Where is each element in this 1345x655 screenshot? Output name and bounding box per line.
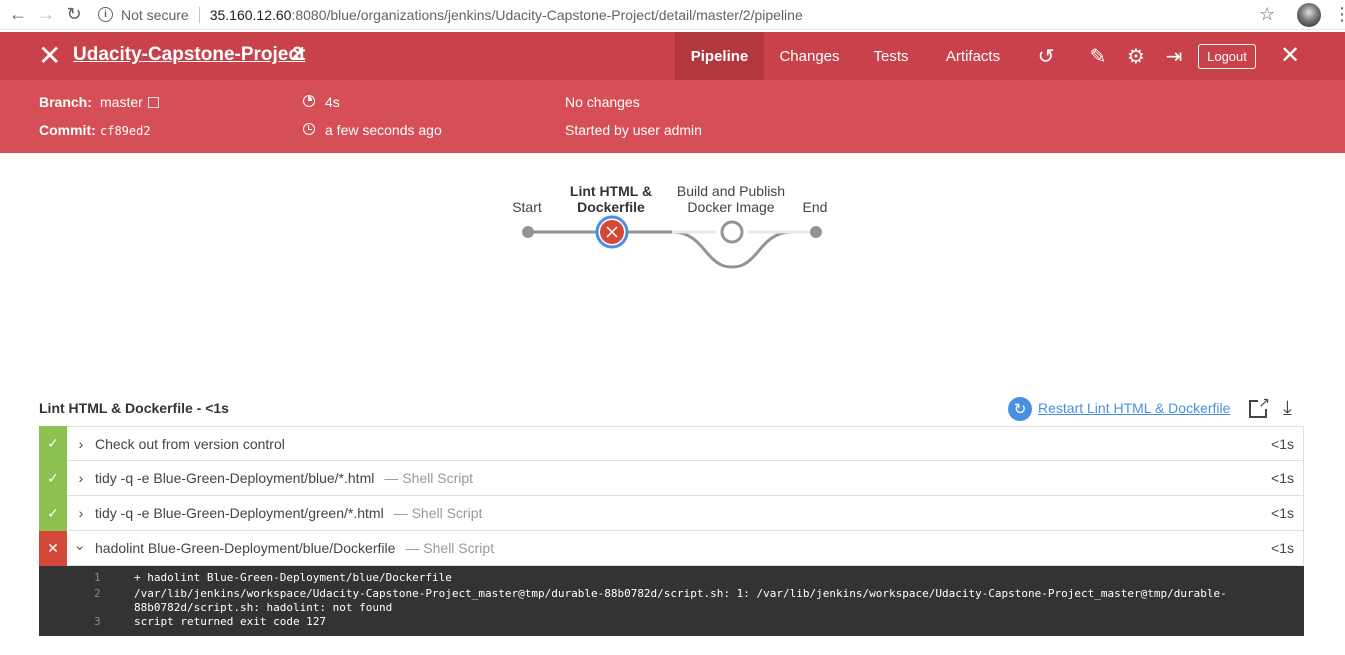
log-line: 2 /var/lib/jenkins/workspace/Udacity-Cap… xyxy=(39,587,1304,615)
log-line-number[interactable]: 3 xyxy=(94,615,101,629)
not-built-stage-node xyxy=(720,220,744,244)
commit-label: Commit: xyxy=(39,122,96,138)
chevron-right-icon[interactable]: › xyxy=(67,436,95,452)
stage-detail-title: Lint HTML & Dockerfile - <1s xyxy=(39,400,229,416)
forward-arrow-icon[interactable]: → xyxy=(32,1,60,29)
step-text: Check out from version control xyxy=(95,435,285,452)
profile-avatar[interactable] xyxy=(1297,3,1321,27)
duration-icon xyxy=(303,95,315,107)
close-icon[interactable]: ✕ xyxy=(1280,43,1300,69)
started-ago: a few seconds ago xyxy=(325,122,442,138)
commit-value[interactable]: cf89ed2 xyxy=(100,124,151,138)
chevron-down-icon[interactable]: › xyxy=(73,534,89,562)
step-text: hadolint Blue-Green-Deployment/blue/Dock… xyxy=(95,540,396,556)
security-label: Not secure xyxy=(121,6,189,23)
external-link-icon[interactable] xyxy=(147,97,159,108)
step-row[interactable]: ✓ › Check out from version control <1s xyxy=(39,426,1304,461)
success-check-icon: ✓ xyxy=(39,426,67,461)
duration-value: 4s xyxy=(325,94,340,110)
changes-summary: No changes xyxy=(565,94,640,110)
bookmark-star-icon[interactable]: ☆ xyxy=(1259,4,1275,25)
tab-artifacts[interactable]: Artifacts xyxy=(940,32,1006,80)
branch-value-wrap[interactable]: master xyxy=(100,94,159,110)
run-meta: Branch: master Commit: cf89ed2 4s a few … xyxy=(0,80,1345,153)
step-duration: <1s xyxy=(1271,436,1294,452)
tab-changes[interactable]: Changes xyxy=(770,32,849,80)
step-duration: <1s xyxy=(1271,470,1294,486)
tab-tests[interactable]: Tests xyxy=(866,32,916,80)
step-list: ✓ › Check out from version control <1s ✓… xyxy=(39,426,1304,566)
log-line: 3 script returned exit code 127 xyxy=(39,615,1304,629)
project-name-link[interactable]: Udacity-Capstone-Project xyxy=(73,44,305,66)
address-divider xyxy=(198,6,200,23)
rerun-icon[interactable]: ↺ xyxy=(1034,44,1058,68)
success-check-icon: ✓ xyxy=(39,460,67,496)
step-duration: <1s xyxy=(1271,540,1294,556)
success-check-icon: ✓ xyxy=(39,495,67,531)
step-row[interactable]: ✓ › tidy -q -e Blue-Green-Deployment/blu… xyxy=(39,460,1304,496)
run-header: ✕ Udacity-Capstone-Project 2 Pipeline Ch… xyxy=(0,32,1345,80)
classic-ui-exit-icon[interactable]: ⇥ xyxy=(1162,44,1186,68)
address-bar[interactable]: i Not secure 35.160.12.60:8080/blue/orga… xyxy=(98,1,803,29)
download-icon[interactable]: ⤓ xyxy=(1283,398,1292,418)
close-run-icon[interactable]: ✕ xyxy=(38,42,61,70)
log-text: + hadolint Blue-Green-Deployment/blue/Do… xyxy=(134,571,452,584)
pipeline-connectors xyxy=(522,215,822,269)
step-type: — Shell Script xyxy=(393,505,483,521)
log-line-number[interactable]: 1 xyxy=(94,571,101,585)
step-text: tidy -q -e Blue-Green-Deployment/blue/*.… xyxy=(95,470,375,486)
info-icon[interactable]: i xyxy=(98,7,113,22)
step-text: tidy -q -e Blue-Green-Deployment/green/*… xyxy=(95,505,384,521)
back-arrow-icon[interactable]: ← xyxy=(4,1,32,29)
url-path: :8080/blue/organizations/jenkins/Udacity… xyxy=(291,6,803,23)
log-text: script returned exit code 127 xyxy=(134,615,327,628)
settings-gear-icon[interactable]: ⚙ xyxy=(1124,44,1148,68)
log-text-wrap: 88b0782d/script.sh: hadolint: not found xyxy=(134,601,393,614)
connector-lint-end xyxy=(626,230,816,269)
failure-x-icon: ✕ xyxy=(39,530,67,566)
chevron-right-icon[interactable]: › xyxy=(67,505,95,521)
tab-pipeline[interactable]: Pipeline xyxy=(675,32,764,80)
step-type: — Shell Script xyxy=(384,470,474,486)
edit-pencil-icon[interactable]: ✎ xyxy=(1086,44,1110,68)
branch-value[interactable]: master xyxy=(100,94,143,110)
started-by: Started by user admin xyxy=(565,122,702,138)
pipeline-graph: Start Lint HTML & Dockerfile Build and P… xyxy=(0,153,1345,383)
start-node xyxy=(522,226,534,238)
clock-icon xyxy=(303,123,315,135)
open-in-new-icon[interactable] xyxy=(1249,395,1271,418)
chevron-right-icon[interactable]: › xyxy=(67,470,95,486)
log-text: /var/lib/jenkins/workspace/Udacity-Capst… xyxy=(134,587,1227,600)
step-duration: <1s xyxy=(1271,505,1294,521)
browser-toolbar: ← → ↻ i Not secure 35.160.12.60:8080/blu… xyxy=(0,0,1345,30)
log-line-number[interactable]: 2 xyxy=(94,587,101,601)
restart-stage-link[interactable]: Restart Lint HTML & Dockerfile xyxy=(1038,400,1230,416)
logout-button[interactable]: Logout xyxy=(1198,44,1256,69)
log-line: 1 + hadolint Blue-Green-Deployment/blue/… xyxy=(39,571,1304,585)
run-number: 2 xyxy=(292,44,303,65)
reload-icon[interactable]: ↻ xyxy=(60,1,88,29)
log-output: 1 + hadolint Blue-Green-Deployment/blue/… xyxy=(39,566,1304,636)
step-row[interactable]: ✓ › tidy -q -e Blue-Green-Deployment/gre… xyxy=(39,495,1304,531)
restart-icon[interactable]: ↻ xyxy=(1008,397,1032,421)
step-type: — Shell Script xyxy=(405,540,495,556)
branch-label: Branch: xyxy=(39,94,92,110)
browser-menu-icon[interactable]: ⋮ xyxy=(1333,5,1345,23)
url-host: 35.160.12.60 xyxy=(209,6,292,23)
step-row[interactable]: ✕ › hadolint Blue-Green-Deployment/blue/… xyxy=(39,530,1304,566)
end-node xyxy=(810,226,822,238)
